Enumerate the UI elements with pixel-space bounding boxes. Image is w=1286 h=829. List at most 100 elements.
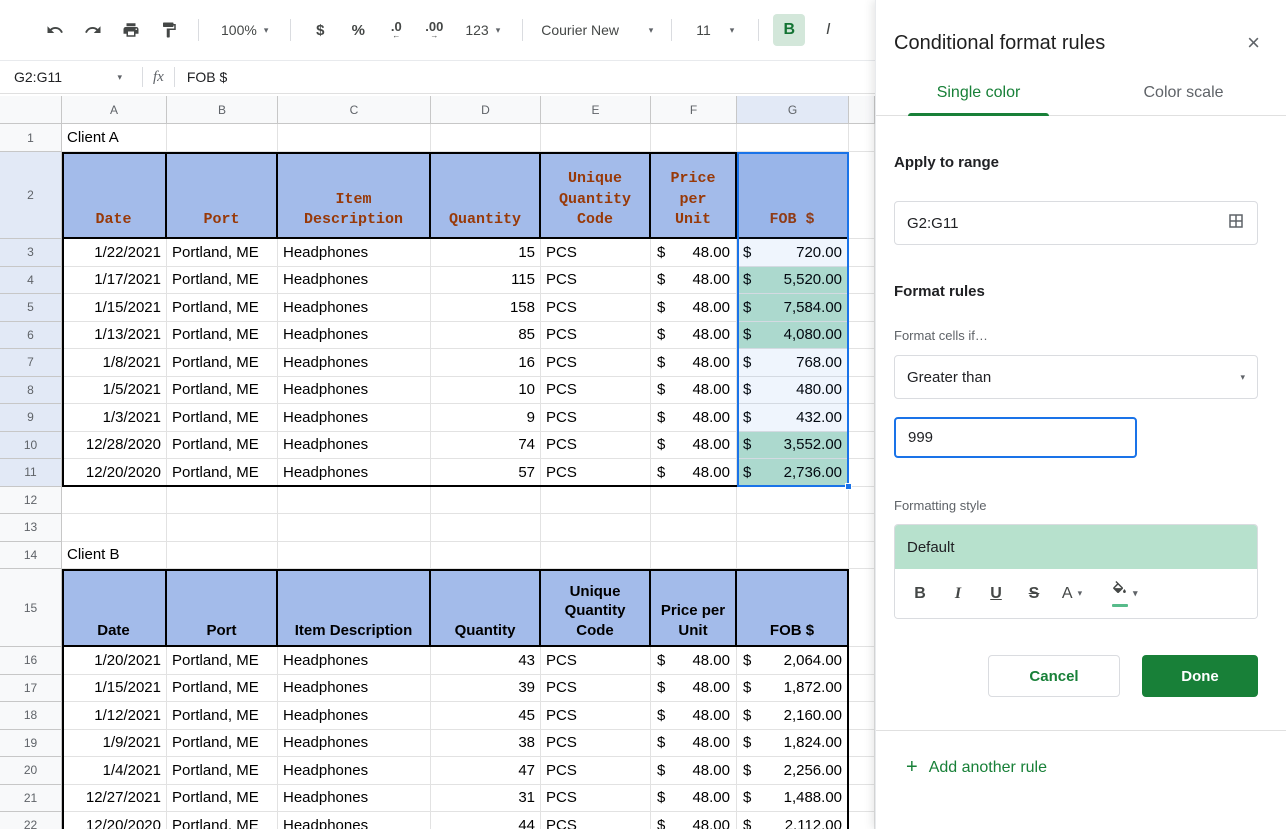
- cell-port[interactable]: Portland, ME: [167, 377, 278, 405]
- cell[interactable]: [849, 514, 875, 542]
- cell-fob[interactable]: $3,552.00: [737, 432, 849, 460]
- cell-fob[interactable]: $5,520.00: [737, 267, 849, 295]
- column-header-A[interactable]: A: [62, 96, 167, 124]
- cell-item[interactable]: Headphones: [278, 349, 431, 377]
- cell-price[interactable]: $48.00: [651, 404, 737, 432]
- header-cell-D15[interactable]: Quantity: [431, 569, 541, 647]
- cell-fob[interactable]: $2,160.00: [737, 702, 849, 730]
- cell-price[interactable]: $48.00: [651, 459, 737, 487]
- cell-port[interactable]: Portland, ME: [167, 459, 278, 487]
- row-header-21[interactable]: 21: [0, 785, 62, 813]
- column-header-E[interactable]: E: [541, 96, 651, 124]
- done-button[interactable]: Done: [1142, 655, 1258, 697]
- cell[interactable]: [431, 542, 541, 570]
- cell-item[interactable]: Headphones: [278, 322, 431, 350]
- cell-date[interactable]: 1/4/2021: [62, 757, 167, 785]
- condition-select[interactable]: Greater than▾: [894, 355, 1258, 399]
- cell-item[interactable]: Headphones: [278, 757, 431, 785]
- name-box[interactable]: G2:G11▾: [0, 69, 132, 85]
- add-rule-button[interactable]: + Add another rule: [876, 731, 1286, 779]
- cell-item[interactable]: Headphones: [278, 294, 431, 322]
- header-cell-F2[interactable]: Price per Unit: [651, 152, 737, 239]
- row-header-4[interactable]: 4: [0, 267, 62, 295]
- cell-port[interactable]: Portland, ME: [167, 294, 278, 322]
- cell-port[interactable]: Portland, ME: [167, 432, 278, 460]
- cell-qty[interactable]: 15: [431, 239, 541, 267]
- cell-price[interactable]: $48.00: [651, 647, 737, 675]
- cell-port[interactable]: Portland, ME: [167, 757, 278, 785]
- row-header-19[interactable]: 19: [0, 730, 62, 758]
- cell-qty[interactable]: 74: [431, 432, 541, 460]
- cell-port[interactable]: Portland, ME: [167, 702, 278, 730]
- row-header-17[interactable]: 17: [0, 675, 62, 703]
- select-data-range-icon[interactable]: [1227, 212, 1245, 234]
- cell[interactable]: [737, 542, 849, 570]
- cell-item[interactable]: Headphones: [278, 812, 431, 829]
- cell[interactable]: [849, 377, 875, 405]
- cell-code[interactable]: PCS: [541, 432, 651, 460]
- cell-code[interactable]: PCS: [541, 349, 651, 377]
- cell-fob[interactable]: $2,064.00: [737, 647, 849, 675]
- cell[interactable]: [651, 487, 737, 515]
- cell[interactable]: [849, 322, 875, 350]
- cell-qty[interactable]: 10: [431, 377, 541, 405]
- format-currency-button[interactable]: $: [305, 15, 335, 45]
- cell-code[interactable]: PCS: [541, 459, 651, 487]
- cell[interactable]: [431, 124, 541, 152]
- increase-decimal-button[interactable]: .00→: [419, 15, 449, 45]
- cancel-button[interactable]: Cancel: [988, 655, 1120, 697]
- cell-price[interactable]: $48.00: [651, 349, 737, 377]
- cell-date[interactable]: 1/12/2021: [62, 702, 167, 730]
- cell-date[interactable]: 1/20/2021: [62, 647, 167, 675]
- cell[interactable]: [651, 542, 737, 570]
- header-cell-A15[interactable]: Date: [62, 569, 167, 647]
- format-percent-button[interactable]: %: [343, 15, 373, 45]
- row-header-6[interactable]: 6: [0, 322, 62, 350]
- header-cell-A2[interactable]: Date: [62, 152, 167, 239]
- cell-port[interactable]: Portland, ME: [167, 812, 278, 829]
- cell-date[interactable]: 1/5/2021: [62, 377, 167, 405]
- row-header-15[interactable]: 15: [0, 569, 62, 647]
- cell-code[interactable]: PCS: [541, 757, 651, 785]
- cell-qty[interactable]: 158: [431, 294, 541, 322]
- row-header-1[interactable]: 1: [0, 124, 62, 152]
- cell-qty[interactable]: 115: [431, 267, 541, 295]
- row-header-13[interactable]: 13: [0, 514, 62, 542]
- header-cell-C2[interactable]: Item Description: [278, 152, 431, 239]
- header-cell-F15[interactable]: Price per Unit: [651, 569, 737, 647]
- cell[interactable]: [431, 514, 541, 542]
- style-italic-button[interactable]: I: [945, 578, 971, 610]
- header-cell-D2[interactable]: Quantity: [431, 152, 541, 239]
- decrease-decimal-button[interactable]: .0←: [381, 15, 411, 45]
- tab-single-color[interactable]: Single color: [876, 76, 1081, 115]
- redo-icon[interactable]: [78, 15, 108, 45]
- bold-button[interactable]: B: [773, 14, 805, 46]
- cell-fob[interactable]: $1,488.00: [737, 785, 849, 813]
- cell-date[interactable]: 12/27/2021: [62, 785, 167, 813]
- row-header-2[interactable]: 2: [0, 152, 62, 239]
- cell-qty[interactable]: 44: [431, 812, 541, 829]
- cell[interactable]: [849, 757, 875, 785]
- cell-fob[interactable]: $768.00: [737, 349, 849, 377]
- cell-port[interactable]: Portland, ME: [167, 675, 278, 703]
- cell[interactable]: [62, 514, 167, 542]
- tab-color-scale[interactable]: Color scale: [1081, 76, 1286, 115]
- text-color-button[interactable]: A▾: [1059, 578, 1085, 610]
- row-header-10[interactable]: 10: [0, 432, 62, 460]
- cell-item[interactable]: Headphones: [278, 404, 431, 432]
- cell-date[interactable]: 1/15/2021: [62, 675, 167, 703]
- cell[interactable]: [541, 542, 651, 570]
- cell-fob[interactable]: $2,256.00: [737, 757, 849, 785]
- header-cell-E2[interactable]: Unique Quantity Code: [541, 152, 651, 239]
- cell-item[interactable]: Headphones: [278, 432, 431, 460]
- cell[interactable]: [849, 404, 875, 432]
- cell-port[interactable]: Portland, ME: [167, 785, 278, 813]
- cell-port[interactable]: Portland, ME: [167, 239, 278, 267]
- cell-date[interactable]: 1/13/2021: [62, 322, 167, 350]
- cell-port[interactable]: Portland, ME: [167, 647, 278, 675]
- row-header-18[interactable]: 18: [0, 702, 62, 730]
- cell-port[interactable]: Portland, ME: [167, 349, 278, 377]
- cell-fob[interactable]: $2,112.00: [737, 812, 849, 829]
- cell[interactable]: [62, 487, 167, 515]
- cell-price[interactable]: $48.00: [651, 757, 737, 785]
